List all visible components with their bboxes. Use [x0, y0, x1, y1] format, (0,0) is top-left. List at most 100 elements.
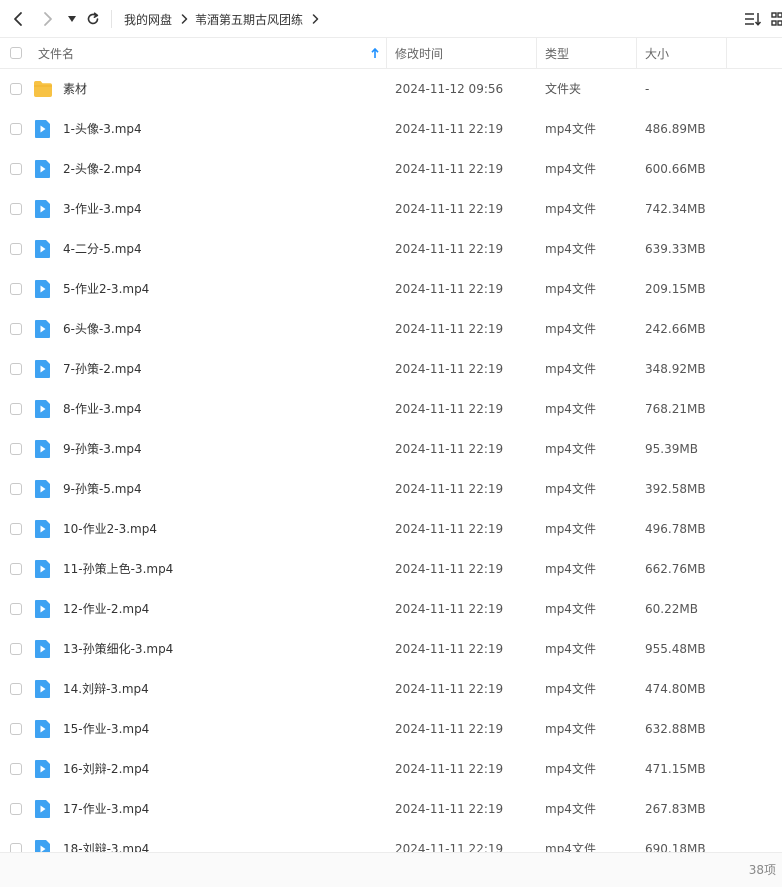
- row-checkbox[interactable]: [10, 723, 22, 735]
- row-checkbox[interactable]: [10, 243, 22, 255]
- forward-button[interactable]: [37, 8, 59, 30]
- file-name[interactable]: 18-刘辩-3.mp4: [63, 829, 149, 852]
- file-size: 600.66MB: [645, 162, 706, 176]
- row-checkbox[interactable]: [10, 763, 22, 775]
- sort-ascending-icon[interactable]: [371, 38, 379, 68]
- breadcrumb-item-current-folder[interactable]: 苇酒第五期古风团练: [195, 11, 303, 28]
- file-modified-date: 2024-11-11 22:19: [395, 722, 504, 736]
- column-header-type[interactable]: 类型: [545, 38, 569, 68]
- file-row[interactable]: 9-孙策-3.mp4 2024-11-11 22:19 mp4文件 95.39MB: [0, 429, 782, 469]
- column-divider[interactable]: [636, 38, 637, 68]
- file-row[interactable]: 2-头像-2.mp4 2024-11-11 22:19 mp4文件 600.66MB: [0, 149, 782, 189]
- file-size: 209.15MB: [645, 282, 706, 296]
- row-checkbox[interactable]: [10, 363, 22, 375]
- file-name[interactable]: 17-作业-3.mp4: [63, 789, 149, 829]
- file-type: mp4文件: [545, 722, 596, 736]
- refresh-button[interactable]: [82, 8, 104, 30]
- column-header-name[interactable]: 文件名: [38, 38, 74, 68]
- file-row[interactable]: 14.刘辩-3.mp4 2024-11-11 22:19 mp4文件 474.80MB: [0, 669, 782, 709]
- select-all-checkbox[interactable]: [10, 47, 22, 59]
- file-browser-window: 我的网盘 苇酒第五期古风团练 文件名 修改时间 类型 大小 素材 2024-11…: [0, 0, 782, 887]
- file-row[interactable]: 10-作业2-3.mp4 2024-11-11 22:19 mp4文件 496.78M…: [0, 509, 782, 549]
- file-row[interactable]: 15-作业-3.mp4 2024-11-11 22:19 mp4文件 632.88MB: [0, 709, 782, 749]
- row-checkbox[interactable]: [10, 523, 22, 535]
- folder-icon: [33, 80, 53, 98]
- file-row[interactable]: 5-作业2-3.mp4 2024-11-11 22:19 mp4文件 209.15MB: [0, 269, 782, 309]
- breadcrumb-item-root[interactable]: 我的网盘: [124, 11, 172, 28]
- file-name[interactable]: 素材: [63, 69, 87, 109]
- video-file-icon: [33, 600, 53, 618]
- row-checkbox[interactable]: [10, 163, 22, 175]
- file-size: 392.58MB: [645, 482, 706, 496]
- row-checkbox[interactable]: [10, 443, 22, 455]
- file-name[interactable]: 2-头像-2.mp4: [63, 149, 142, 189]
- file-row[interactable]: 4-二分-5.mp4 2024-11-11 22:19 mp4文件 639.33MB: [0, 229, 782, 269]
- file-name[interactable]: 15-作业-3.mp4: [63, 709, 149, 749]
- file-type: mp4文件: [545, 202, 596, 216]
- file-size: 768.21MB: [645, 402, 706, 416]
- file-row[interactable]: 3-作业-3.mp4 2024-11-11 22:19 mp4文件 742.34MB: [0, 189, 782, 229]
- file-name[interactable]: 9-孙策-3.mp4: [63, 429, 142, 469]
- file-row[interactable]: 18-刘辩-3.mp4 2024-11-11 22:19 mp4文件 690.18MB: [0, 829, 782, 852]
- file-name[interactable]: 4-二分-5.mp4: [63, 229, 142, 269]
- row-checkbox[interactable]: [10, 483, 22, 495]
- file-size: 639.33MB: [645, 242, 706, 256]
- video-file-icon: [33, 520, 53, 538]
- file-name[interactable]: 11-孙策上色-3.mp4: [63, 549, 173, 589]
- file-size: 60.22MB: [645, 602, 698, 616]
- file-name[interactable]: 16-刘辩-2.mp4: [63, 749, 149, 789]
- view-mode-button[interactable]: [766, 8, 782, 30]
- file-row[interactable]: 16-刘辩-2.mp4 2024-11-11 22:19 mp4文件 471.15MB: [0, 749, 782, 789]
- video-file-icon: [33, 400, 53, 418]
- file-name[interactable]: 12-作业-2.mp4: [63, 589, 149, 629]
- row-checkbox[interactable]: [10, 83, 22, 95]
- file-row[interactable]: 11-孙策上色-3.mp4 2024-11-11 22:19 mp4文件 662.76…: [0, 549, 782, 589]
- file-name[interactable]: 7-孙策-2.mp4: [63, 349, 142, 389]
- file-row[interactable]: 12-作业-2.mp4 2024-11-11 22:19 mp4文件 60.22MB: [0, 589, 782, 629]
- file-name[interactable]: 10-作业2-3.mp4: [63, 509, 157, 549]
- row-checkbox[interactable]: [10, 803, 22, 815]
- file-name[interactable]: 8-作业-3.mp4: [63, 389, 142, 429]
- row-checkbox[interactable]: [10, 403, 22, 415]
- file-name[interactable]: 9-孙策-5.mp4: [63, 469, 142, 509]
- column-header-modified[interactable]: 修改时间: [395, 38, 443, 68]
- file-name[interactable]: 5-作业2-3.mp4: [63, 269, 149, 309]
- file-name[interactable]: 13-孙策细化-3.mp4: [63, 629, 173, 669]
- column-divider[interactable]: [726, 38, 727, 68]
- file-name[interactable]: 14.刘辩-3.mp4: [63, 669, 149, 709]
- row-checkbox[interactable]: [10, 603, 22, 615]
- row-checkbox[interactable]: [10, 683, 22, 695]
- file-name[interactable]: 3-作业-3.mp4: [63, 189, 142, 229]
- file-type: mp4文件: [545, 362, 596, 376]
- row-checkbox[interactable]: [10, 323, 22, 335]
- file-name[interactable]: 6-头像-3.mp4: [63, 309, 142, 349]
- sort-list-icon: [745, 13, 762, 26]
- row-checkbox[interactable]: [10, 643, 22, 655]
- file-size: -: [645, 82, 650, 96]
- column-divider[interactable]: [386, 38, 387, 68]
- file-row[interactable]: 17-作业-3.mp4 2024-11-11 22:19 mp4文件 267.83MB: [0, 789, 782, 829]
- video-file-icon: [33, 320, 53, 338]
- file-row[interactable]: 9-孙策-5.mp4 2024-11-11 22:19 mp4文件 392.58MB: [0, 469, 782, 509]
- row-checkbox[interactable]: [10, 203, 22, 215]
- row-checkbox[interactable]: [10, 283, 22, 295]
- row-checkbox[interactable]: [10, 843, 22, 852]
- history-dropdown-button[interactable]: [61, 8, 83, 30]
- video-file-icon: [33, 280, 53, 298]
- column-header-size[interactable]: 大小: [645, 38, 669, 68]
- chevron-right-icon[interactable]: [312, 14, 319, 24]
- file-row[interactable]: 1-头像-3.mp4 2024-11-11 22:19 mp4文件 486.89MB: [0, 109, 782, 149]
- file-type: mp4文件: [545, 482, 596, 496]
- file-name[interactable]: 1-头像-3.mp4: [63, 109, 142, 149]
- file-row[interactable]: 13-孙策细化-3.mp4 2024-11-11 22:19 mp4文件 955.48…: [0, 629, 782, 669]
- row-checkbox[interactable]: [10, 123, 22, 135]
- column-divider[interactable]: [536, 38, 537, 68]
- file-row[interactable]: 7-孙策-2.mp4 2024-11-11 22:19 mp4文件 348.92MB: [0, 349, 782, 389]
- file-row[interactable]: 8-作业-3.mp4 2024-11-11 22:19 mp4文件 768.21MB: [0, 389, 782, 429]
- video-file-icon: [33, 640, 53, 658]
- file-row[interactable]: 素材 2024-11-12 09:56 文件夹 -: [0, 69, 782, 109]
- row-checkbox[interactable]: [10, 563, 22, 575]
- sort-button[interactable]: [742, 8, 764, 30]
- file-row[interactable]: 6-头像-3.mp4 2024-11-11 22:19 mp4文件 242.66MB: [0, 309, 782, 349]
- back-button[interactable]: [7, 8, 29, 30]
